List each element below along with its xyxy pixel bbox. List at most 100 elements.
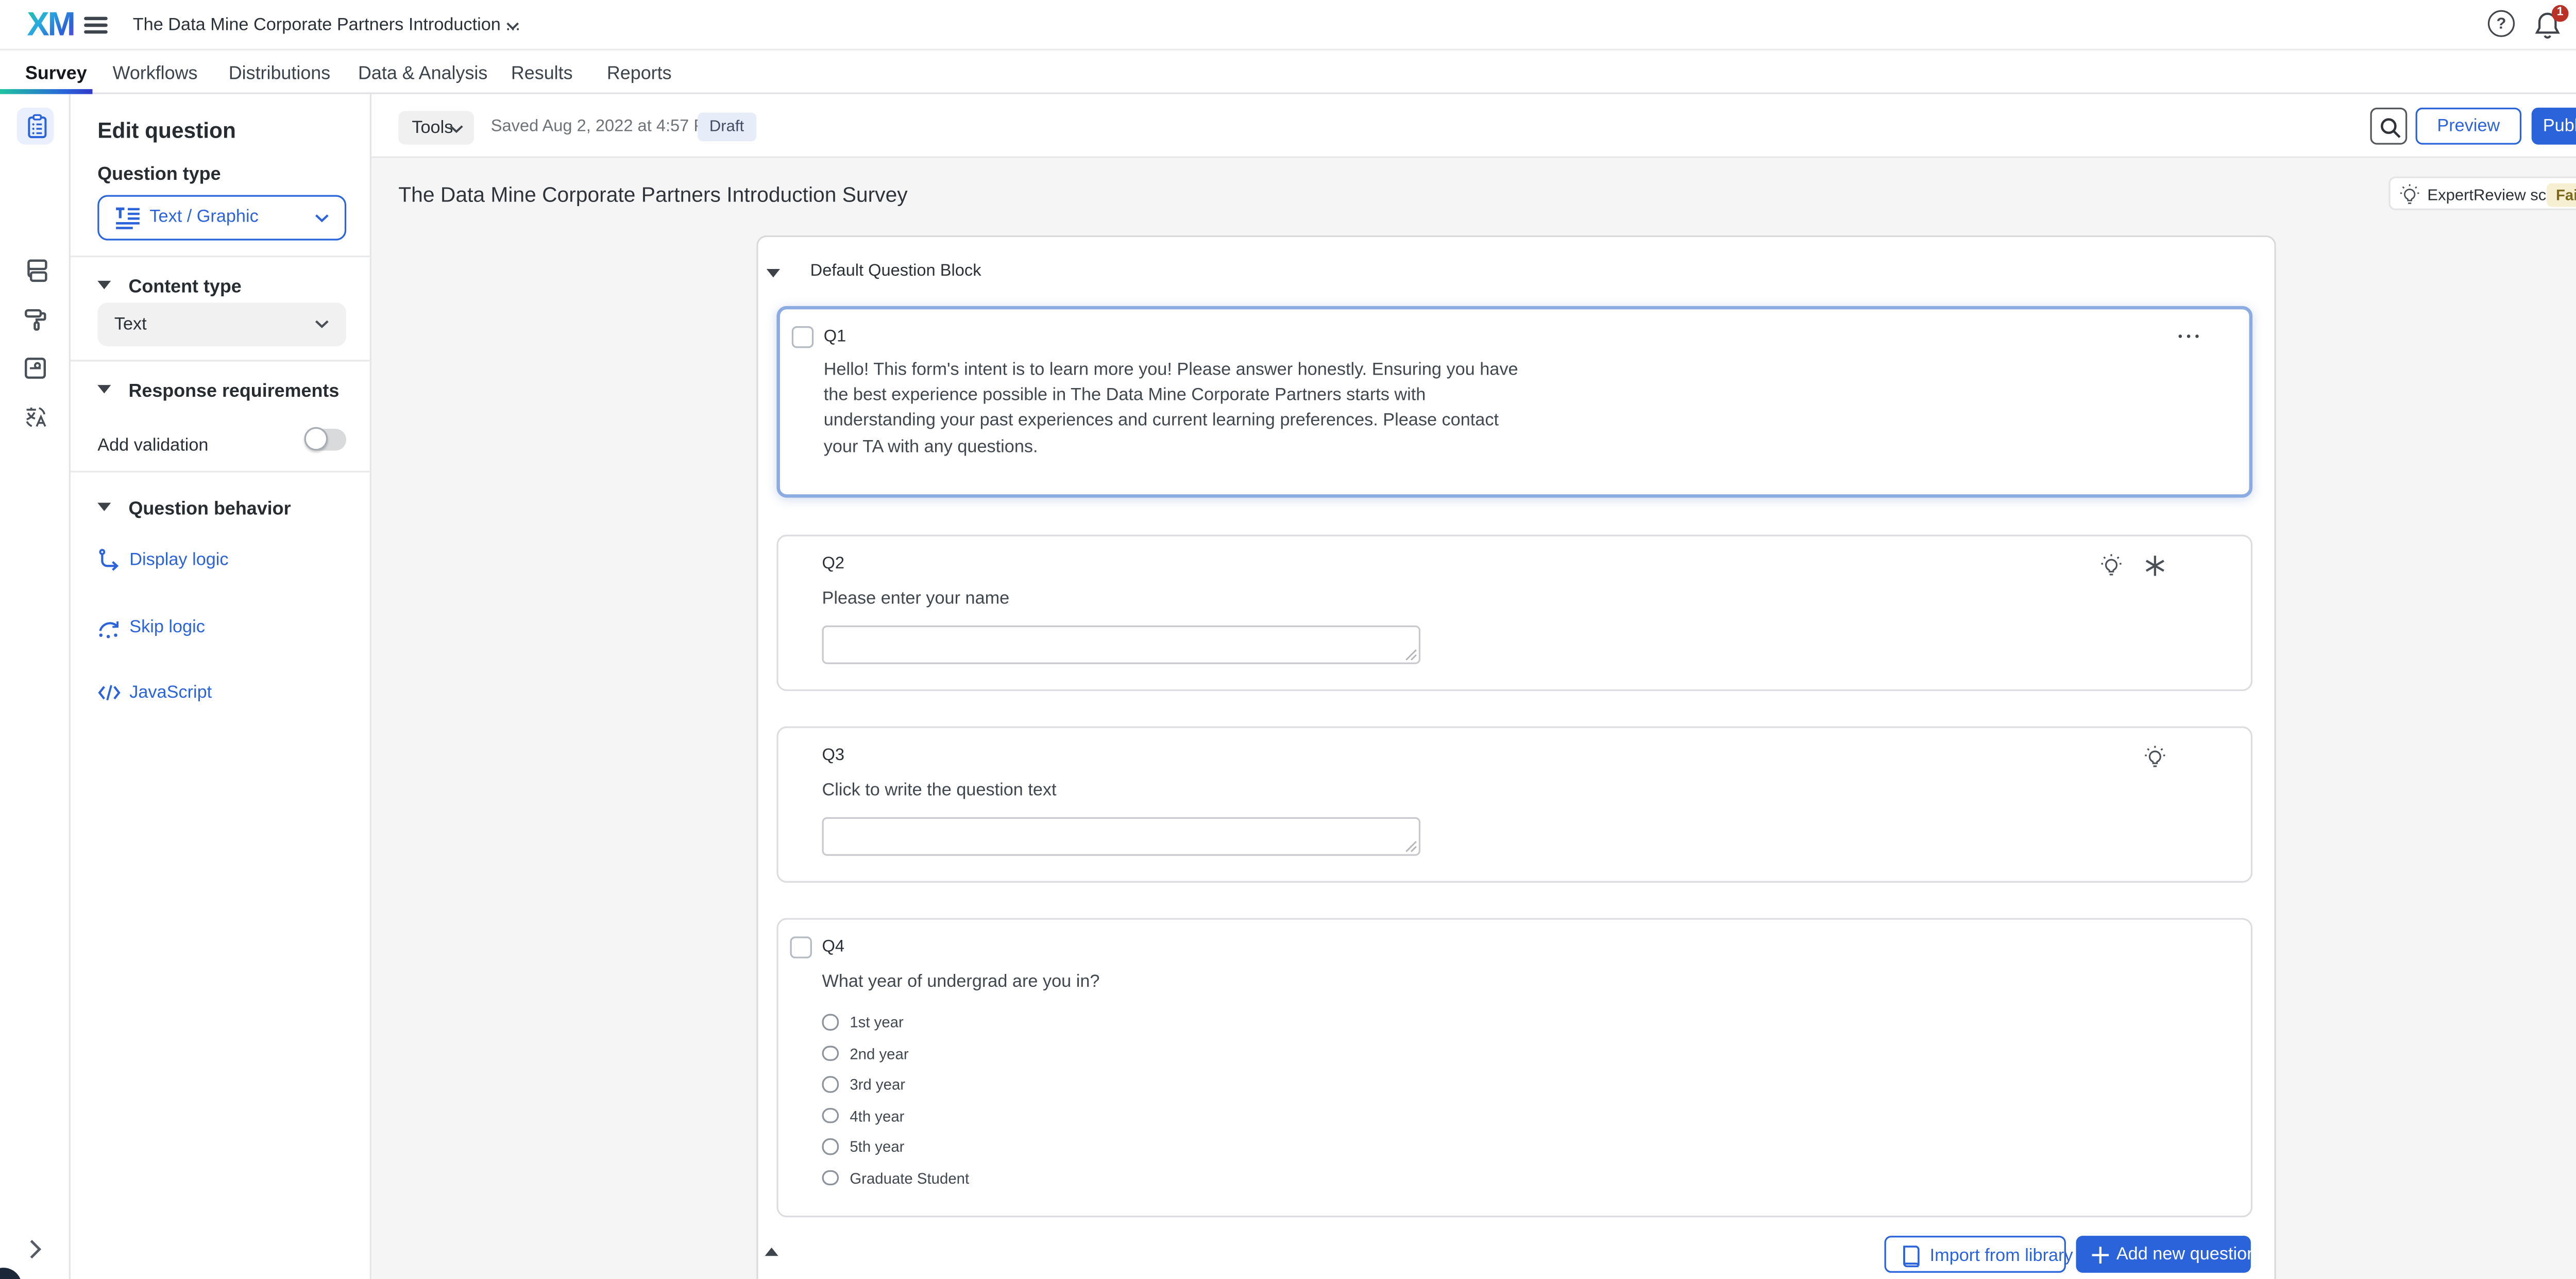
question-card-q1[interactable]: Q1 Hello! This form's intent is to learn…	[776, 306, 2252, 498]
choice-label: 3rd year	[850, 1076, 905, 1093]
radio-icon[interactable]	[822, 1045, 838, 1061]
resize-grip-icon[interactable]	[1404, 840, 1416, 852]
question-type-label: Question type	[97, 165, 221, 185]
next-block-collapse-triangle-icon[interactable]	[765, 1248, 778, 1256]
radio-icon[interactable]	[822, 1107, 838, 1123]
divider	[71, 256, 371, 257]
question-type-dropdown[interactable]: Text / Graphic	[97, 195, 346, 240]
question-menu-icon[interactable]	[2179, 334, 2206, 341]
tab-survey[interactable]: Survey	[25, 64, 87, 84]
question-text[interactable]: Please enter your name	[822, 588, 1009, 609]
radio-icon[interactable]	[822, 1139, 838, 1155]
tab-reports[interactable]: Reports	[607, 64, 672, 84]
translations-icon[interactable]	[22, 402, 48, 429]
response-requirements-section-header[interactable]: Response requirements	[97, 375, 339, 406]
edit-question-panel: Edit question Question type Text / Graph…	[71, 94, 371, 1279]
import-from-library-button[interactable]: Import from library	[1885, 1236, 2066, 1273]
tab-distributions[interactable]: Distributions	[229, 64, 330, 84]
chevron-down-icon	[314, 213, 329, 224]
question-text[interactable]: Hello! This form's intent is to learn mo…	[824, 358, 1536, 460]
survey-options-icon[interactable]	[22, 355, 48, 381]
skip-logic-link[interactable]: Skip logic	[97, 617, 205, 637]
lightbulb-icon	[2399, 183, 2420, 207]
question-text[interactable]: What year of undergrad are you in?	[822, 972, 1099, 992]
project-nav: Survey Workflows Distributions Data & An…	[0, 51, 2576, 94]
radio-icon[interactable]	[822, 1014, 838, 1030]
asterisk-icon[interactable]	[2143, 553, 2167, 578]
code-icon	[97, 681, 121, 704]
panel-title: Edit question	[97, 117, 236, 143]
tab-data-analysis[interactable]: Data & Analysis	[358, 64, 487, 84]
expand-panel-chevron-icon[interactable]	[28, 1239, 42, 1259]
block-title[interactable]: Default Question Block	[810, 262, 981, 281]
chevron-down-icon[interactable]	[506, 22, 519, 30]
radio-icon[interactable]	[822, 1076, 838, 1092]
tools-menu-button[interactable]: Tools	[398, 110, 474, 145]
survey-title[interactable]: The Data Mine Corporate Partners Introdu…	[398, 183, 907, 207]
toggle-knob	[304, 427, 328, 451]
look-and-feel-icon[interactable]	[22, 305, 48, 332]
chat-bubble[interactable]	[0, 1268, 22, 1279]
top-bar: XM The Data Mine Corporate Partners Intr…	[0, 0, 2576, 51]
radio-icon[interactable]	[822, 1170, 838, 1186]
add-new-question-button[interactable]: Add new question	[2076, 1236, 2251, 1273]
survey-toolbar: Tools Saved Aug 2, 2022 at 4:57 PM Draft…	[371, 94, 2576, 158]
hamburger-menu-icon[interactable]	[84, 17, 108, 34]
help-icon[interactable]: ?	[2488, 10, 2515, 37]
add-validation-toggle[interactable]	[306, 429, 346, 450]
resize-grip-icon[interactable]	[1404, 648, 1416, 660]
content-type-value: Text	[114, 314, 147, 334]
search-button[interactable]	[2370, 108, 2407, 145]
survey-builder-icon[interactable]	[24, 112, 50, 139]
divider	[71, 470, 371, 472]
publish-button[interactable]: Publish	[2532, 108, 2576, 145]
import-from-library-label: Import from library	[1930, 1245, 2073, 1265]
question-card-q4[interactable]: Q4 What year of undergrad are you in? 1s…	[776, 918, 2252, 1217]
plus-icon	[2091, 1246, 2110, 1265]
question-behavior-section-header[interactable]: Question behavior	[97, 493, 291, 523]
display-logic-link[interactable]: Display logic	[97, 550, 228, 570]
preview-button[interactable]: Preview	[2416, 108, 2522, 145]
question-checkbox[interactable]	[792, 326, 814, 348]
question-id: Q4	[822, 938, 844, 957]
expert-review-score-badge: Fair	[2548, 183, 2576, 207]
question-block-container: Default Question Block Q1 Hello! This fo…	[756, 235, 2276, 1279]
library-book-icon	[1900, 1244, 1921, 1268]
choice-label: Graduate Student	[850, 1170, 969, 1187]
choice-label: 1st year	[850, 1014, 903, 1031]
question-card-q2[interactable]: Q2 Please enter your name	[776, 535, 2252, 691]
skip-logic-icon	[97, 615, 121, 639]
question-behavior-label: Question behavior	[128, 499, 291, 519]
lightbulb-icon[interactable]	[2099, 553, 2123, 578]
content-type-select[interactable]: Text	[97, 302, 346, 346]
display-logic-label: Display logic	[129, 550, 228, 570]
tools-label: Tools	[412, 117, 453, 138]
survey-canvas: The Data Mine Corporate Partners Introdu…	[371, 158, 2576, 1279]
question-checkbox[interactable]	[790, 936, 811, 958]
qualtrics-survey-editor: XM The Data Mine Corporate Partners Intr…	[0, 0, 2576, 1279]
question-card-q3[interactable]: Q3 Click to write the question text	[776, 727, 2252, 883]
survey-name-breadcrumb[interactable]: The Data Mine Corporate Partners Introdu…	[133, 15, 520, 35]
content-type-section-header[interactable]: Content type	[97, 271, 242, 301]
expert-review-pill[interactable]: ExpertReview score Fair	[2388, 177, 2576, 210]
chevron-down-icon	[449, 124, 464, 134]
xm-logo: XM	[27, 6, 74, 44]
skip-logic-label: Skip logic	[129, 617, 205, 637]
question-text[interactable]: Click to write the question text	[822, 780, 1056, 800]
text-entry-input[interactable]	[822, 626, 1420, 664]
add-validation-row: Add validation	[97, 429, 346, 454]
active-tab-indicator	[0, 90, 92, 94]
question-id: Q2	[822, 555, 844, 574]
text-entry-input[interactable]	[822, 817, 1420, 856]
javascript-link[interactable]: JavaScript	[97, 683, 212, 703]
draft-status-badge: Draft	[698, 113, 756, 141]
add-validation-label: Add validation	[97, 435, 208, 456]
tab-workflows[interactable]: Workflows	[113, 64, 198, 84]
block-collapse-triangle-icon[interactable]	[767, 269, 780, 277]
tab-results[interactable]: Results	[511, 64, 573, 84]
question-type-value: Text / Graphic	[149, 207, 258, 227]
collapse-triangle-icon	[97, 385, 111, 393]
divider	[71, 359, 371, 361]
lightbulb-icon[interactable]	[2143, 745, 2167, 770]
survey-flow-icon[interactable]	[22, 257, 48, 283]
